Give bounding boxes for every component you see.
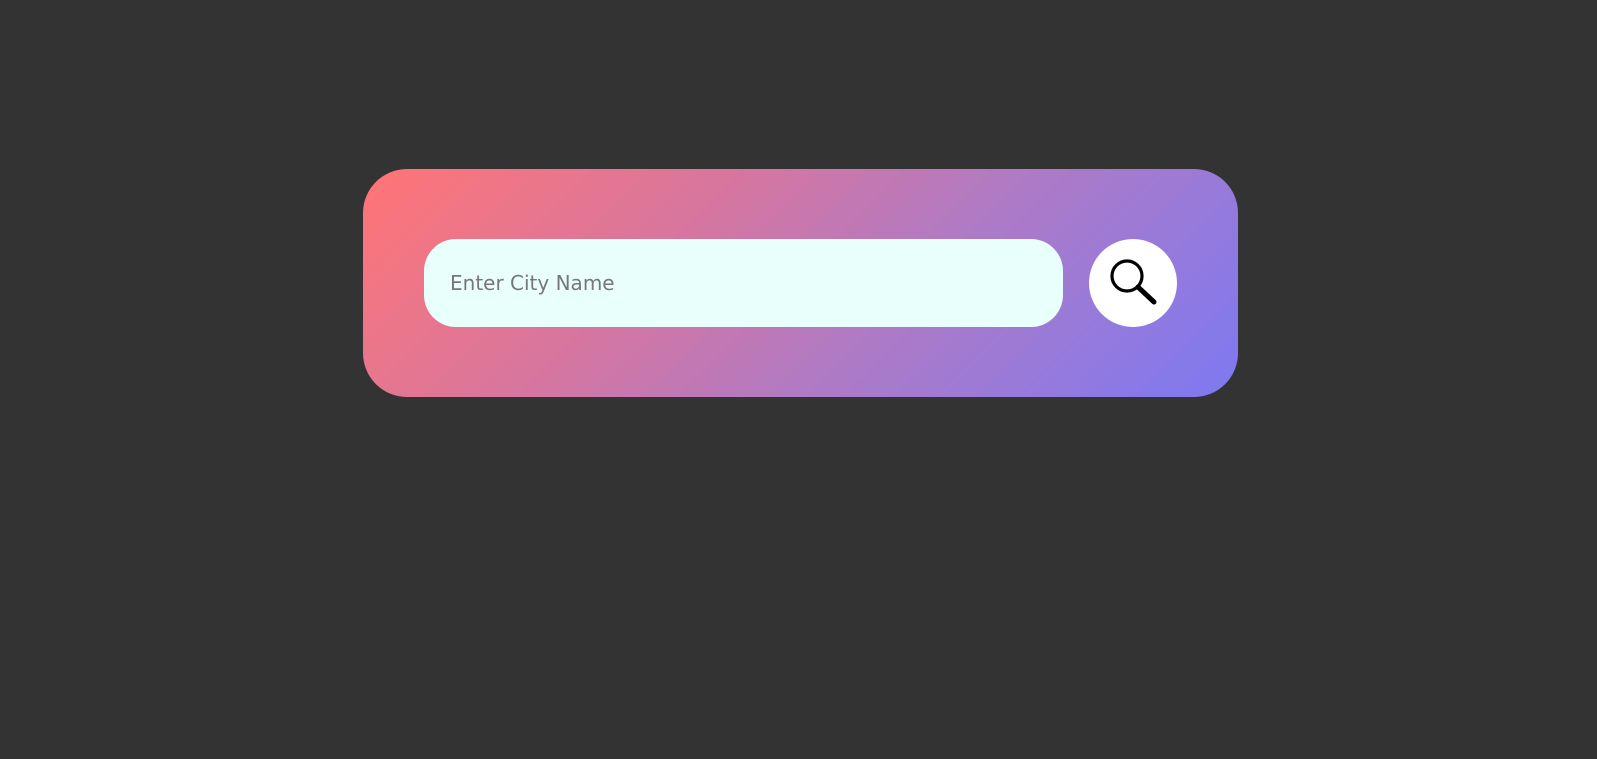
search-button[interactable] bbox=[1089, 239, 1177, 327]
search-icon bbox=[1106, 256, 1160, 310]
search-card bbox=[363, 169, 1238, 397]
city-search-input[interactable] bbox=[424, 239, 1063, 327]
